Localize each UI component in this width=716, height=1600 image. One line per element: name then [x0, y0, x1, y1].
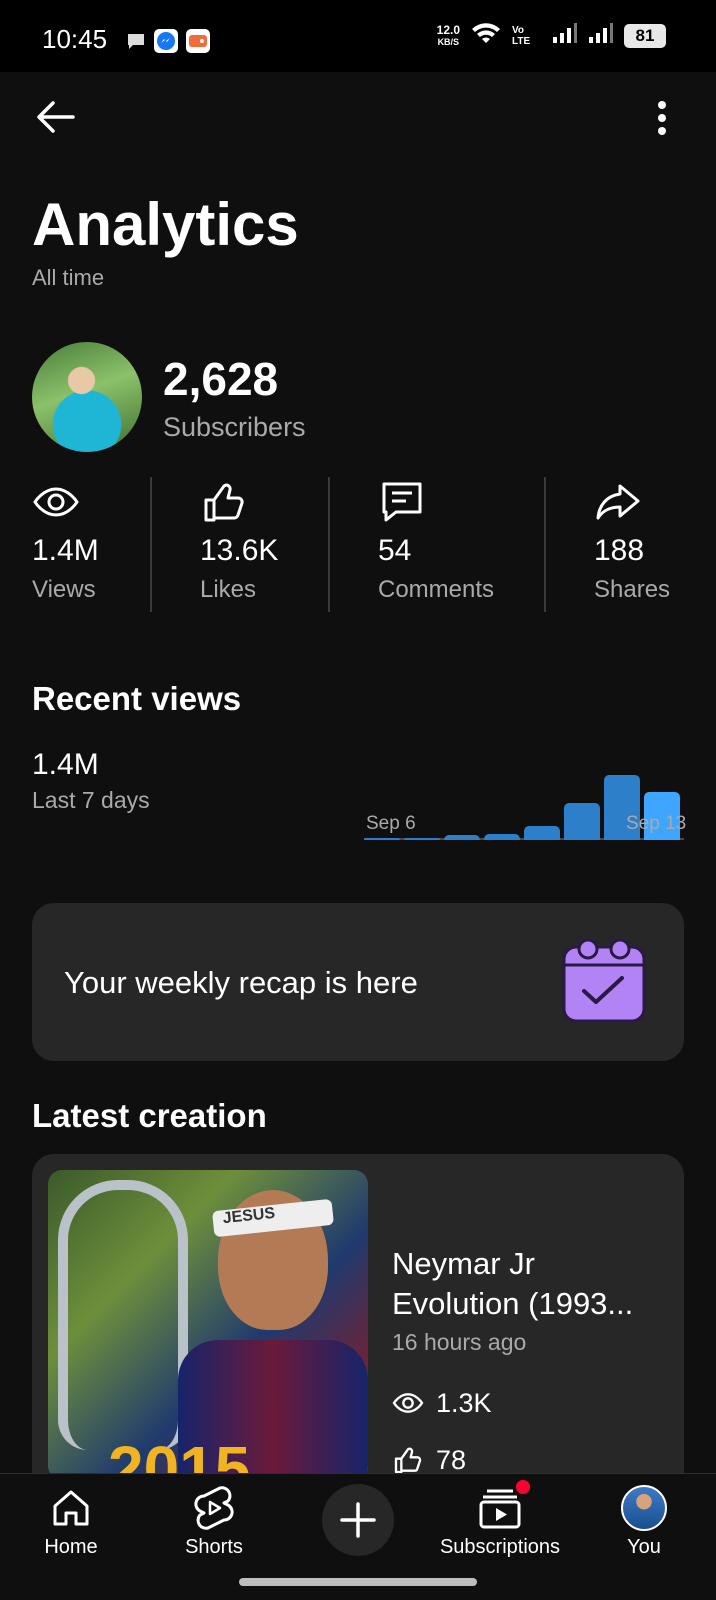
stat-views[interactable]: 1.4M Views: [32, 478, 99, 604]
signal-icon: [552, 21, 578, 50]
trophy-graphic: [58, 1180, 188, 1450]
nav-home[interactable]: Home: [0, 1484, 151, 1559]
nav-home-label: Home: [44, 1536, 98, 1558]
back-button[interactable]: [30, 95, 80, 139]
comments-label: Comments: [378, 576, 495, 603]
video-views-value: 1.3K: [436, 1387, 492, 1418]
network-speed-value: 12.0: [436, 22, 460, 37]
comments-value: 54: [378, 534, 412, 567]
shorts-icon: [190, 1484, 238, 1532]
video-thumbnail[interactable]: JESUS 2015: [48, 1170, 368, 1480]
home-icon: [47, 1484, 95, 1532]
create-button[interactable]: [322, 1484, 394, 1556]
game-notification-icon: [186, 29, 210, 53]
chart-bar: [564, 802, 600, 840]
chart-tick-end: Sep 13: [626, 813, 687, 834]
chart-bar: [404, 837, 440, 840]
divider: [150, 477, 152, 612]
latest-creation-title: Latest creation: [32, 1097, 267, 1134]
more-vertical-icon: [658, 101, 666, 135]
nav-subscriptions-label: Subscriptions: [439, 1536, 561, 1558]
status-time: 10:45: [42, 24, 108, 54]
shares-label: Shares: [594, 576, 671, 603]
recent-views-value: 1.4M: [32, 748, 99, 781]
divider: [328, 477, 330, 612]
nav-shorts[interactable]: Shorts: [134, 1484, 294, 1559]
latest-video-card[interactable]: JESUS 2015 Neymar Jr Evolution (1993... …: [32, 1154, 684, 1484]
views-value: 1.4M: [32, 534, 99, 567]
page-title: Analytics: [32, 191, 299, 258]
divider: [544, 477, 546, 612]
video-likes: 78: [392, 1444, 466, 1476]
stat-shares[interactable]: 188 Shares: [594, 478, 670, 604]
video-title[interactable]: Neymar Jr Evolution (1993...: [392, 1244, 662, 1324]
comment-icon: [378, 478, 426, 526]
home-indicator[interactable]: [239, 1578, 477, 1586]
network-speed: 12.0 KB/S: [437, 24, 460, 48]
status-bar: 10:45 12.0 KB/S Vo LTE 81: [0, 0, 716, 72]
share-icon: [594, 478, 642, 526]
stat-comments[interactable]: 54 Comments: [378, 478, 494, 604]
subscriber-label: Subscribers: [163, 412, 306, 442]
subscriber-count: 2,628: [163, 353, 279, 405]
recap-text: Your weekly recap is here: [64, 965, 418, 1000]
battery-indicator: 81: [624, 23, 666, 48]
nav-shorts-label: Shorts: [185, 1536, 243, 1558]
video-likes-value: 78: [436, 1444, 467, 1475]
weekly-recap-card[interactable]: Your weekly recap is here: [32, 903, 684, 1061]
more-options-button[interactable]: [650, 96, 674, 140]
recent-views-title: Recent views: [32, 680, 242, 717]
network-speed-unit: KB/S: [437, 36, 460, 47]
chart-bar: [524, 825, 560, 840]
messenger-notification-icon: [154, 29, 178, 53]
eye-icon: [392, 1393, 424, 1413]
signal-icon-2: [588, 21, 614, 50]
you-avatar: [620, 1484, 668, 1532]
nav-subscriptions[interactable]: Subscriptions: [420, 1480, 580, 1559]
avatar: [621, 1485, 667, 1531]
likes-label: Likes: [200, 576, 257, 603]
stat-likes[interactable]: 13.6K Likes: [200, 478, 278, 604]
video-views: 1.3K: [392, 1387, 492, 1419]
channel-avatar[interactable]: [32, 342, 142, 452]
nav-you[interactable]: You: [564, 1484, 716, 1559]
wifi-icon: [470, 20, 502, 51]
views-label: Views: [32, 576, 96, 603]
recent-views-period: Last 7 days: [32, 787, 150, 813]
thumbs-up-icon: [394, 1447, 422, 1474]
subscriptions-icon: [476, 1480, 530, 1532]
nav-you-label: You: [627, 1536, 661, 1558]
eye-icon: [32, 478, 80, 526]
plus-icon: [340, 1502, 376, 1538]
likes-value: 13.6K: [200, 534, 279, 567]
status-right: 12.0 KB/S Vo LTE 81: [437, 20, 666, 51]
chat-notification-icon: [124, 29, 148, 53]
chart-bar: [444, 834, 480, 840]
chart-bar: [484, 833, 520, 840]
notification-dot: [516, 1480, 530, 1494]
thumbs-up-icon: [200, 478, 248, 526]
thumbnail-headband-text: JESUS: [221, 1204, 276, 1228]
chart-tick-start: Sep 6: [366, 813, 416, 834]
shares-value: 188: [594, 534, 645, 567]
arrow-left-icon: [37, 101, 75, 133]
calendar-check-icon: [558, 935, 650, 1032]
video-posted-time: 16 hours ago: [392, 1329, 527, 1355]
volte-indicator: Vo LTE: [512, 24, 531, 47]
page-subtitle: All time: [32, 265, 105, 290]
chart-bar: [364, 838, 400, 840]
